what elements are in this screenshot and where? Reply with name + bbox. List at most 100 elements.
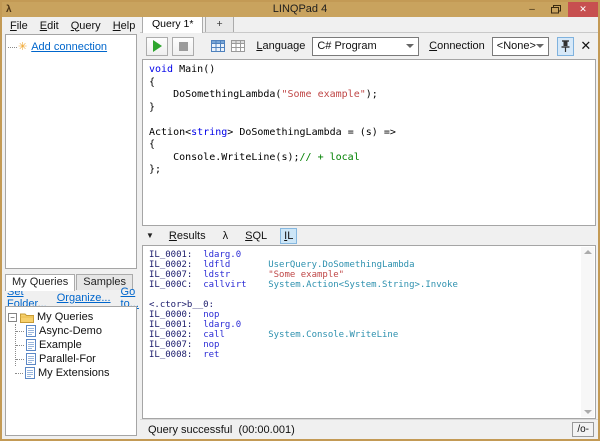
tree-node-async-demo[interactable]: Async-Demo — [16, 324, 134, 338]
code-line: Action<string> DoSomethingLambda = (s) =… — [149, 127, 589, 140]
code-line: IL_000C: callvirt System.Action<System.S… — [149, 280, 589, 290]
chevron-down-icon — [536, 44, 544, 48]
connections-panel: ✳ Add connection — [5, 34, 137, 269]
il-output-panel: IL_0001: ldarg.0IL_0002: ldfld UserQuery… — [142, 245, 596, 419]
language-dropdown[interactable]: C# Program — [312, 37, 419, 56]
queries-tab-bar: My QueriesSamples — [2, 273, 140, 290]
linqpad-window: λ LINQPad 4 – ✕ File Edit Query Help ✕ ✳ Ad… — [0, 0, 600, 441]
code-line: }; — [149, 164, 589, 177]
add-connection-link[interactable]: Add connection — [31, 41, 107, 53]
code-line: void Main() — [149, 64, 589, 77]
code-line: IL_0007: nop — [149, 340, 589, 350]
maximize-button[interactable] — [544, 2, 568, 17]
il-scrollbar[interactable] — [581, 247, 594, 417]
pin-connection-toggle[interactable] — [557, 37, 574, 56]
code-line: IL_0002: ldfld UserQuery.DoSomethingLamb… — [149, 260, 589, 270]
data-grid-results-button[interactable] — [230, 37, 246, 55]
close-query-button[interactable]: ✕ — [578, 37, 594, 56]
language-value: C# Program — [317, 40, 376, 52]
close-button[interactable]: ✕ — [568, 2, 598, 17]
tree-children: Async-DemoExampleParallel-For — [15, 324, 134, 366]
queries-links-row: Set Folder...Organize...Go to... — [2, 290, 140, 306]
connection-label: Connection — [429, 40, 485, 52]
query-document-icon — [26, 325, 36, 337]
titlebar: λ LINQPad 4 – ✕ — [2, 2, 598, 17]
language-label: Language — [256, 40, 305, 52]
code-line: IL_0001: ldarg.0 — [149, 250, 589, 260]
code-line — [149, 290, 589, 300]
code-line: { — [149, 77, 589, 90]
code-line: IL_0001: ldarg.0 — [149, 320, 589, 330]
menu-item-query[interactable]: Query — [71, 20, 101, 32]
tab-query1[interactable]: Query 1* — [142, 17, 203, 33]
data-grid-icon — [231, 40, 245, 52]
status-bar: Query successful (00:00.001) /o- — [140, 419, 598, 439]
code-line: IL_0000: nop — [149, 310, 589, 320]
menu-item-file[interactable]: File — [10, 20, 28, 32]
results-tab-λ[interactable]: λ — [219, 228, 233, 244]
scroll-down-icon[interactable] — [584, 410, 592, 414]
tree-expander-icon[interactable]: − — [8, 313, 17, 322]
query-document-icon — [26, 339, 36, 351]
code-text: void Main(){ DoSomethingLambda("Some exa… — [143, 60, 595, 181]
code-line: IL_0008: ret — [149, 350, 589, 360]
status-text: Query successful (00:00.001) — [148, 424, 295, 436]
results-tab-results[interactable]: Results — [165, 228, 210, 244]
tree-node-my-extensions[interactable]: My Extensions — [15, 366, 134, 380]
optimization-flag-button[interactable]: /o- — [572, 422, 594, 437]
queries-tree: −My QueriesAsync-DemoExampleParallel-For… — [5, 306, 137, 436]
results-tabs: Results λ SQL IL — [165, 228, 297, 244]
my-queries-section: My QueriesSamples Set Folder...Organize.… — [2, 273, 140, 439]
il-text: IL_0001: ldarg.0IL_0002: ldfld UserQuery… — [143, 246, 595, 364]
collapse-results-icon[interactable]: ▼ — [146, 231, 154, 240]
results-tab-il[interactable]: IL — [280, 228, 297, 244]
query-document-icon — [26, 353, 36, 365]
code-line — [149, 114, 589, 127]
play-icon — [153, 40, 162, 52]
results-header: ▼ Results λ SQL IL — [140, 226, 598, 245]
code-line: <.ctor>b__0: — [149, 300, 589, 310]
left-sidebar: FileEditQueryHelp ✕ ✳ Add connection My … — [2, 17, 140, 439]
code-line: { — [149, 139, 589, 152]
query-tab-bar: Query 1* + — [140, 17, 598, 33]
menu-item-edit[interactable]: Edit — [40, 20, 59, 32]
stop-icon — [179, 42, 188, 51]
menubar-items: File Edit Query Help — [10, 20, 147, 32]
window-title: LINQPad 4 — [2, 2, 598, 17]
code-editor[interactable]: void Main(){ DoSomethingLambda("Some exa… — [142, 59, 596, 226]
new-tab-button[interactable]: + — [205, 17, 233, 32]
chevron-down-icon — [406, 44, 414, 48]
queries-link-organize-[interactable]: Organize... — [57, 292, 111, 304]
code-line: } — [149, 102, 589, 115]
add-connection-star-icon: ✳ — [18, 42, 27, 52]
stop-button[interactable] — [172, 37, 194, 56]
queries-tab-my-queries[interactable]: My Queries — [5, 274, 75, 291]
connection-dropdown[interactable]: <None> — [492, 37, 549, 56]
folder-icon — [20, 312, 34, 323]
tree-node-example[interactable]: Example — [16, 338, 134, 352]
connection-value: <None> — [497, 40, 536, 52]
add-connection-row[interactable]: ✳ Add connection — [6, 35, 136, 53]
maximize-icon — [551, 5, 561, 14]
minimize-button[interactable]: – — [520, 2, 544, 17]
window-body: File Edit Query Help ✕ ✳ Add connection My … — [2, 17, 598, 439]
tree-guide-dash — [8, 47, 17, 48]
code-line: IL_0007: ldstr "Some example" — [149, 270, 589, 280]
main-area: Query 1* + Language C# Program Connec — [140, 17, 598, 439]
toolbar: Language C# Program Connection <None> ✕ — [140, 33, 598, 59]
code-line: DoSomethingLambda("Some example"); — [149, 89, 589, 102]
window-controls: – ✕ — [520, 2, 598, 17]
tree-node-parallel-for[interactable]: Parallel-For — [16, 352, 134, 366]
tree-node-my-queries[interactable]: −My Queries — [8, 310, 134, 324]
rich-text-grid-icon — [211, 40, 225, 52]
results-tab-sql[interactable]: SQL — [241, 228, 271, 244]
code-line: IL_0002: call System.Console.WriteLine — [149, 330, 589, 340]
menu-item-help[interactable]: Help — [113, 20, 136, 32]
rich-text-results-button[interactable] — [210, 37, 226, 55]
execute-button[interactable] — [146, 37, 168, 56]
menubar: FileEditQueryHelp ✕ — [2, 17, 140, 34]
pushpin-icon — [561, 40, 570, 52]
scroll-up-icon[interactable] — [584, 250, 592, 254]
query-document-icon — [25, 367, 35, 379]
code-line: Console.WriteLine(s);// + local — [149, 152, 589, 165]
